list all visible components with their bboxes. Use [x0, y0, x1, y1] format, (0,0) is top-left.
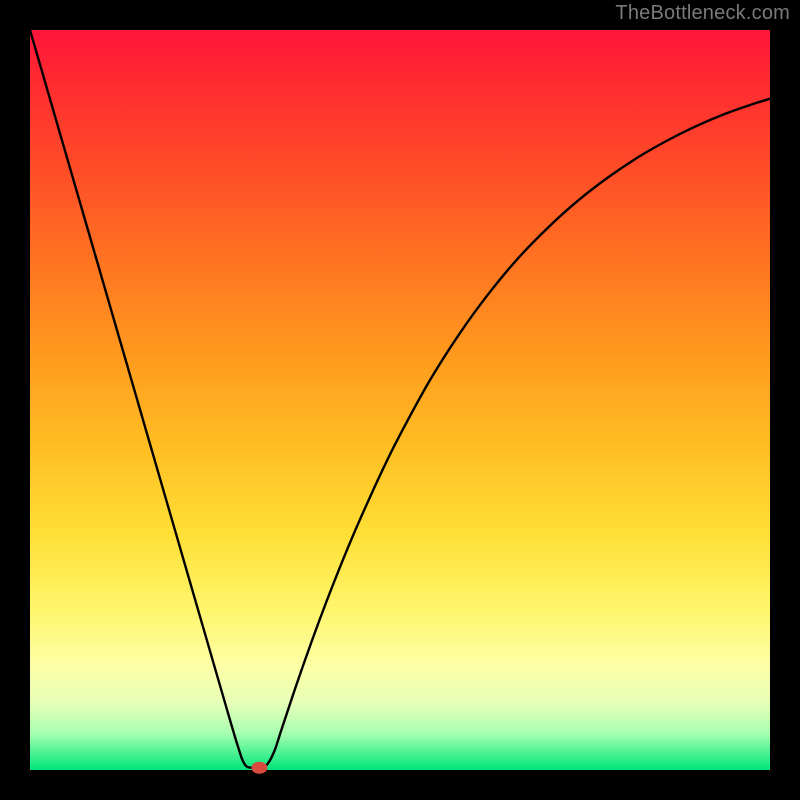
curve-path [30, 30, 770, 768]
min-marker [251, 762, 267, 774]
plot-area [30, 30, 770, 770]
chart-frame: TheBottleneck.com [0, 0, 800, 800]
chart-svg [30, 30, 770, 770]
watermark-text: TheBottleneck.com [615, 2, 790, 25]
